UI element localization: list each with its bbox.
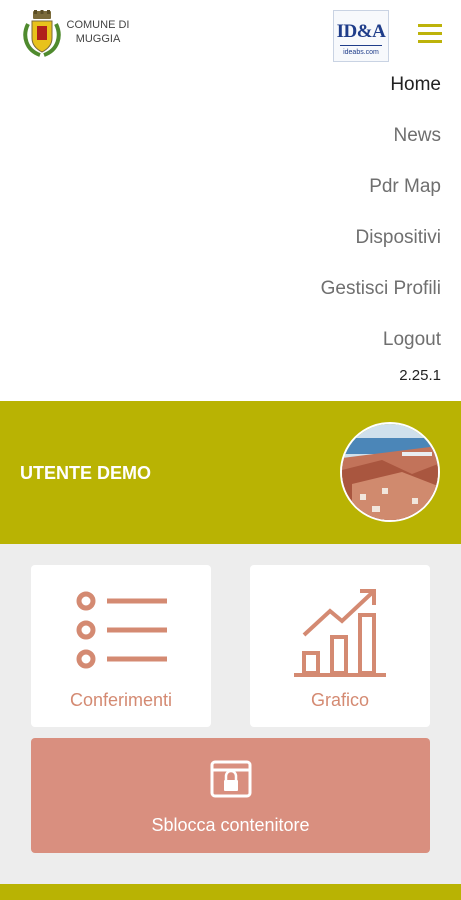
conferimenti-card[interactable]: Conferimenti	[31, 565, 211, 727]
grafico-label: Grafico	[310, 690, 370, 710]
menu-item-news[interactable]: News	[141, 121, 441, 172]
partner-logo: ID&A ideabs.com	[333, 10, 389, 62]
unlock-container-label: Sblocca contenitore	[151, 815, 310, 835]
menu-item-gestisci-profili[interactable]: Gestisci Profili	[141, 274, 441, 325]
unlock-container-button[interactable]: Sblocca contenitore	[31, 738, 430, 853]
partner-logo-site: ideabs.com	[343, 49, 379, 56]
municipality-coat-of-arms-icon	[22, 10, 62, 58]
menu-item-dispositivi[interactable]: Dispositivi	[141, 223, 441, 274]
municipality-name: COMUNE DI MUGGIA	[66, 19, 130, 45]
bar-chart-icon	[294, 589, 386, 677]
menu-item-logout[interactable]: Logout	[141, 325, 441, 376]
list-icon	[76, 591, 167, 669]
menu-item-home[interactable]: Home	[141, 70, 441, 121]
footer-strip	[0, 884, 461, 900]
menu-item-pdr-map[interactable]: Pdr Map	[141, 172, 441, 223]
dashboard-content: Conferimenti Grafico Sblocca contenitore	[0, 544, 461, 884]
grafico-card[interactable]: Grafico	[250, 565, 430, 727]
partner-logo-text: ID&A	[336, 21, 386, 42]
user-name: UTENTE DEMO	[20, 463, 152, 483]
app-header: COMUNE DI MUGGIA ID&A ideabs.com	[0, 0, 461, 70]
app-version: 2.25.1	[399, 367, 441, 384]
hamburger-icon[interactable]	[418, 22, 442, 44]
container-lock-icon	[210, 760, 252, 798]
navigation-menu: Home News Pdr Map Dispositivi Gestisci P…	[141, 70, 441, 376]
avatar[interactable]	[340, 422, 440, 522]
user-banner: UTENTE DEMO	[0, 401, 461, 544]
conferimenti-label: Conferimenti	[69, 690, 173, 710]
